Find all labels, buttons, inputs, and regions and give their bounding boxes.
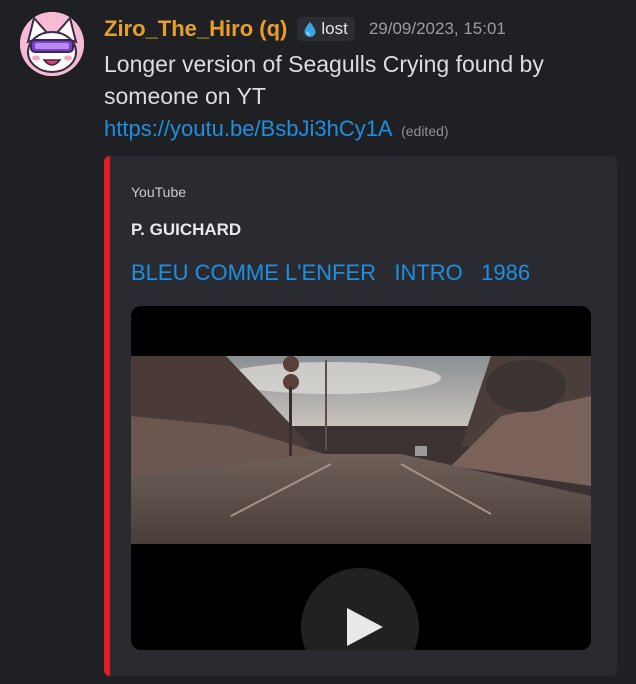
message-content: Longer version of Seagulls Crying found … — [104, 48, 604, 112]
embed-accent-bar — [104, 156, 110, 676]
embed-video-title[interactable]: BLEU COMME L'ENFER INTRO 1986 — [131, 260, 530, 286]
youtube-link[interactable]: https://youtu.be/BsbJi3hCy1A — [104, 116, 393, 141]
water-drop-icon — [304, 22, 316, 37]
message-header: Ziro_The_Hiro (q) lost 29/09/2023, 15:01 — [104, 14, 506, 44]
play-icon — [347, 608, 383, 646]
avatar[interactable] — [20, 12, 84, 76]
video-player[interactable] — [131, 306, 591, 650]
embed-author[interactable]: P. GUICHARD — [131, 220, 241, 240]
video-thumbnail — [131, 356, 591, 544]
message-text-line-1: Longer version of Seagulls Crying found … — [104, 51, 544, 77]
role-tag[interactable]: lost — [297, 17, 355, 41]
timestamp: 29/09/2023, 15:01 — [368, 19, 506, 38]
edited-label: (edited) — [401, 123, 449, 139]
embed-provider[interactable]: YouTube — [131, 184, 186, 200]
youtube-embed: YouTube P. GUICHARD BLEU COMME L'ENFER I… — [104, 156, 617, 676]
message-link-line: https://youtu.be/BsbJi3hCy1A (edited) — [104, 116, 449, 142]
username[interactable]: Ziro_The_Hiro (q) — [104, 16, 287, 42]
play-button[interactable] — [301, 568, 419, 650]
role-tag-label: lost — [321, 19, 348, 38]
message-text-line-2: someone on YT — [104, 83, 266, 109]
pink-cat-avatar-icon — [20, 12, 84, 76]
